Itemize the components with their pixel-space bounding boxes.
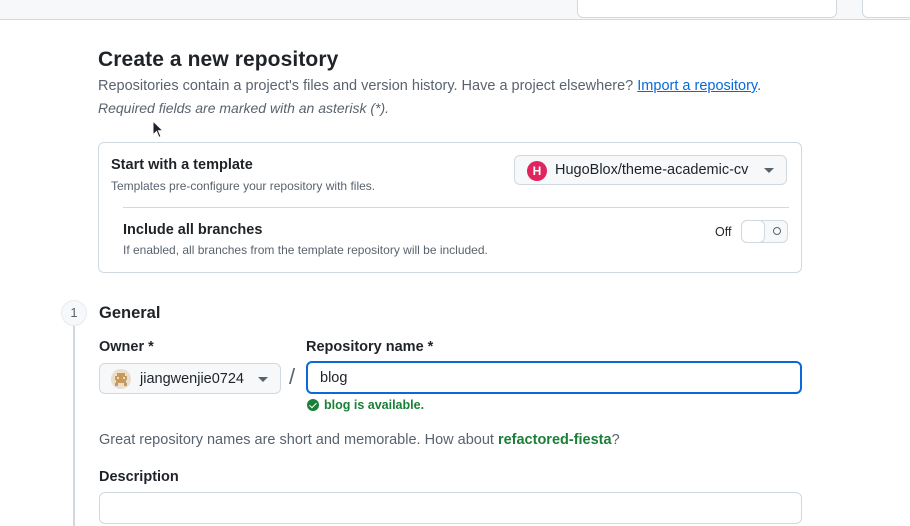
repository-name-input[interactable] <box>306 361 802 394</box>
repository-name-label: Repository name * <box>306 339 434 355</box>
step-line <box>73 326 75 526</box>
check-circle-icon <box>307 399 319 411</box>
include-branches-title: Include all branches <box>123 222 263 238</box>
section-title-general: General <box>99 304 161 322</box>
owner-select-label: jiangwenjie0724 <box>140 371 244 387</box>
divider <box>123 207 789 208</box>
intro-text: Repositories contain a project's files a… <box>98 78 762 94</box>
chevron-down-icon <box>258 377 268 382</box>
template-subtitle: Templates pre-configure your repository … <box>111 179 376 193</box>
include-branches-subtitle: If enabled, all branches from the templa… <box>123 243 488 257</box>
avatar <box>111 369 131 389</box>
chevron-down-icon <box>764 168 774 173</box>
description-label: Description <box>99 469 179 485</box>
step-number: 1 <box>61 300 87 326</box>
template-select-button[interactable]: H HugoBlox/theme-academic-cv <box>514 155 787 185</box>
name-suggestion-hint: Great repository names are short and mem… <box>99 432 620 448</box>
hugoblox-logo-icon: H <box>527 161 547 181</box>
header-button[interactable] <box>862 0 910 18</box>
toggle-off-icon <box>773 227 781 235</box>
toggle-state-label: Off <box>715 225 732 239</box>
page-title: Create a new repository <box>98 48 339 71</box>
owner-select-button[interactable]: jiangwenjie0724 <box>99 363 281 394</box>
include-branches-toggle[interactable] <box>741 220 788 243</box>
top-bar <box>0 0 910 20</box>
template-title: Start with a template <box>111 157 253 173</box>
availability-text: blog is available. <box>324 398 425 412</box>
import-repository-link[interactable]: Import a repository <box>637 78 757 94</box>
mouse-cursor-icon <box>152 120 164 139</box>
template-select-label: HugoBlox/theme-academic-cv <box>555 162 749 178</box>
suggested-name-link[interactable]: refactored-fiesta <box>498 432 612 448</box>
owner-label: Owner * <box>99 339 154 355</box>
template-section: Start with a template Templates pre-conf… <box>98 142 802 273</box>
toggle-knob <box>741 220 765 243</box>
required-note: Required fields are marked with an aster… <box>98 100 390 116</box>
owner-repo-separator: / <box>289 364 296 389</box>
availability-message: blog is available. <box>307 398 424 412</box>
description-input[interactable] <box>99 492 802 524</box>
global-search-input[interactable] <box>577 0 837 18</box>
